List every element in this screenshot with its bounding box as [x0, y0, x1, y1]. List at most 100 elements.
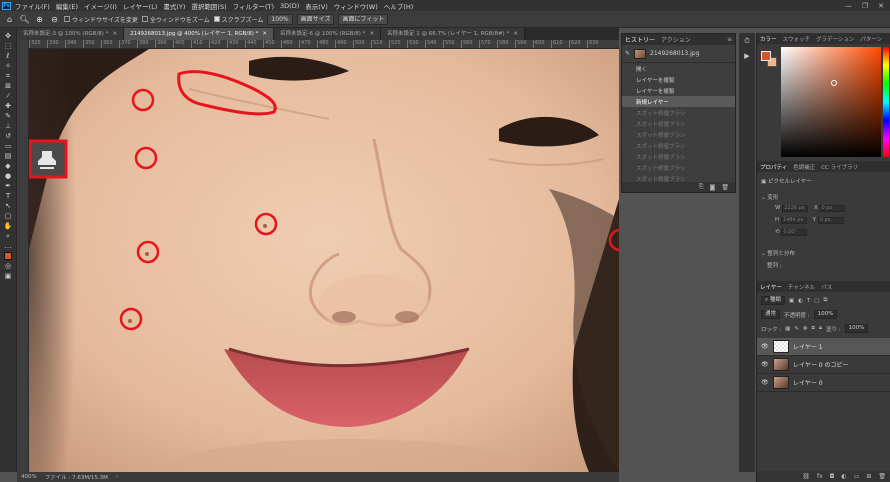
- scrubby-zoom-checkbox[interactable]: スクラブズーム: [213, 15, 263, 24]
- shape-tool-icon[interactable]: ▢: [2, 212, 14, 220]
- history-item[interactable]: スポット修復ブラシ: [622, 151, 735, 162]
- type-tool-icon[interactable]: T: [2, 192, 14, 200]
- layer-row-layer-0[interactable]: 👁︎ レイヤー 0: [757, 374, 890, 392]
- menu-help[interactable]: ヘルプ(H): [384, 1, 413, 11]
- menu-3d[interactable]: 3D(D): [280, 2, 299, 10]
- lasso-tool-icon[interactable]: ℓ: [2, 52, 14, 60]
- visibility-eye-icon[interactable]: 👁︎: [761, 379, 769, 386]
- add-mask-icon[interactable]: ◘: [830, 473, 835, 480]
- delete-layer-icon[interactable]: 🗑︎: [878, 473, 886, 480]
- history-snapshot[interactable]: ✎ 2149268013.jpg: [622, 45, 735, 63]
- tab-patterns[interactable]: パターン: [860, 35, 882, 43]
- zoom-100-button[interactable]: 100%: [267, 13, 293, 25]
- visibility-eye-icon[interactable]: 👁︎: [761, 361, 769, 368]
- history-item[interactable]: スポット修復ブラシ: [622, 140, 735, 151]
- tab-channels[interactable]: チャンネル: [788, 283, 815, 291]
- tab-history[interactable]: ヒストリー: [625, 35, 655, 44]
- y-field[interactable]: 0 px: [817, 217, 844, 224]
- filter-adjust-icon[interactable]: ◐: [798, 298, 803, 304]
- menu-filter[interactable]: フィルター(T): [233, 1, 274, 11]
- tab-gradients[interactable]: グラデーション: [816, 35, 854, 43]
- tab-actions[interactable]: アクション: [661, 35, 691, 44]
- fit-screen-button[interactable]: 画面サイズ: [296, 13, 335, 25]
- history-item[interactable]: スポット修復ブラシ: [622, 118, 735, 129]
- close-icon[interactable]: ✕: [262, 31, 267, 37]
- filter-shape-icon[interactable]: ▢: [814, 298, 819, 304]
- close-icon[interactable]: ✕: [112, 31, 117, 37]
- menu-edit[interactable]: 編集(E): [56, 1, 78, 11]
- lock-all-icon[interactable]: 🔒︎: [819, 325, 822, 332]
- lock-pixels-icon[interactable]: ▦: [785, 326, 790, 332]
- tab-paths[interactable]: パス: [821, 283, 832, 291]
- magic-wand-icon[interactable]: ✧: [2, 62, 14, 70]
- brush-tool-icon[interactable]: ✎: [2, 112, 14, 120]
- menu-file[interactable]: ファイル(F): [15, 1, 50, 11]
- quick-mask-icon[interactable]: ◎: [2, 262, 14, 270]
- screen-mode-icon[interactable]: ▣: [2, 272, 14, 280]
- layer-row-layer-1[interactable]: 👁︎ レイヤー 1: [757, 338, 890, 356]
- menu-image[interactable]: イメージ(I): [84, 1, 117, 11]
- move-tool-icon[interactable]: ✥: [2, 32, 14, 40]
- tab-color[interactable]: カラー: [760, 35, 777, 43]
- history-item[interactable]: スポット修復ブラシ: [622, 107, 735, 118]
- foreground-color-swatch[interactable]: [761, 51, 771, 61]
- color-picker-field[interactable]: [781, 47, 881, 157]
- tab-cc-libraries[interactable]: CC ライブラリ: [821, 163, 858, 171]
- restore-icon[interactable]: ❐: [862, 2, 868, 10]
- fg-bg-colors[interactable]: [761, 51, 777, 67]
- blur-tool-icon[interactable]: ◆: [2, 162, 14, 170]
- layer-kind-filter[interactable]: ⌕ 種類: [761, 296, 785, 305]
- h-field[interactable]: 1484 px: [780, 217, 807, 224]
- fill-field[interactable]: 100%: [844, 324, 869, 333]
- crop-tool-icon[interactable]: ⌗: [2, 72, 14, 80]
- hue-slider[interactable]: [883, 47, 889, 157]
- path-select-icon[interactable]: ↖: [2, 202, 14, 210]
- doc-tab-active[interactable]: 2149268013.jpg @ 400% (レイヤー 1, RGB/8) * ✕: [124, 28, 274, 40]
- new-document-icon[interactable]: ⎘: [699, 183, 704, 191]
- new-group-icon[interactable]: ▭: [854, 473, 860, 480]
- lock-position-icon[interactable]: ✥: [803, 326, 808, 332]
- minimize-icon[interactable]: —: [845, 2, 852, 10]
- doc-tab-untitled-6[interactable]: 名称未設定-6 @ 100% (RGB/8) * ✕: [273, 28, 382, 40]
- tab-properties[interactable]: プロパティ: [760, 163, 787, 171]
- w-field[interactable]: 2226 px: [782, 205, 809, 212]
- history-item[interactable]: レイヤーを複製: [622, 85, 735, 96]
- eyedropper-icon[interactable]: ⁄: [2, 92, 14, 100]
- tab-swatches[interactable]: スウォッチ: [783, 35, 811, 43]
- panel-menu-icon[interactable]: ≡: [727, 36, 732, 43]
- blend-mode-select[interactable]: 通常: [761, 310, 781, 319]
- camera-icon[interactable]: ◙: [710, 184, 716, 191]
- x-field[interactable]: 0 px: [819, 205, 846, 212]
- frame-tool-icon[interactable]: ⊠: [2, 82, 14, 90]
- eraser-tool-icon[interactable]: ▭: [2, 142, 14, 150]
- brush-source-icon[interactable]: ✎: [625, 50, 630, 57]
- clone-stamp-icon[interactable]: ⊥: [2, 122, 14, 130]
- pen-tool-icon[interactable]: ✒: [2, 182, 14, 190]
- zoom-tool-icon[interactable]: ⌕: [2, 232, 14, 240]
- lock-paint-icon[interactable]: ✎: [794, 326, 799, 332]
- menu-select[interactable]: 選択範囲(S): [191, 1, 226, 11]
- menu-type[interactable]: 書式(Y): [163, 1, 185, 11]
- history-item[interactable]: レイヤーを複製: [622, 74, 735, 85]
- layer-row-layer-0-copy[interactable]: 👁︎ レイヤー 0 のコピー: [757, 356, 890, 374]
- filter-smart-icon[interactable]: ⧉: [823, 297, 827, 304]
- history-item-selected[interactable]: 新規レイヤー: [622, 96, 735, 107]
- filter-type-icon[interactable]: T: [807, 298, 810, 304]
- zoom-in-icon[interactable]: ⊕: [34, 14, 45, 25]
- status-arrow-icon[interactable]: ›: [116, 474, 118, 480]
- link-layers-icon[interactable]: ⛓: [802, 473, 810, 480]
- history-item[interactable]: スポット修復ブラシ: [622, 162, 735, 173]
- picker-cursor[interactable]: [831, 80, 837, 86]
- resize-windows-checkbox[interactable]: ウィンドウサイズを変更: [64, 15, 138, 24]
- dodge-tool-icon[interactable]: ●: [2, 172, 14, 180]
- tab-layers[interactable]: レイヤー: [760, 283, 782, 291]
- trash-icon[interactable]: 🗑︎: [721, 184, 729, 191]
- foreground-color-swatch[interactable]: [2, 252, 14, 260]
- history-item[interactable]: スポット修復ブラシ: [622, 129, 735, 140]
- lock-artboard-icon[interactable]: ⧈: [812, 325, 816, 332]
- align-section[interactable]: ⌄ 整列と分布: [761, 249, 795, 257]
- home-icon[interactable]: ⌂: [4, 14, 15, 25]
- history-dock-icon[interactable]: ⏱: [744, 37, 749, 46]
- doc-tab-untitled-1[interactable]: 名称未設定 1 @ 66.7% (レイヤー 1, RGB/8#) * ✕: [381, 28, 525, 40]
- angle-field[interactable]: 0.00°: [781, 229, 808, 236]
